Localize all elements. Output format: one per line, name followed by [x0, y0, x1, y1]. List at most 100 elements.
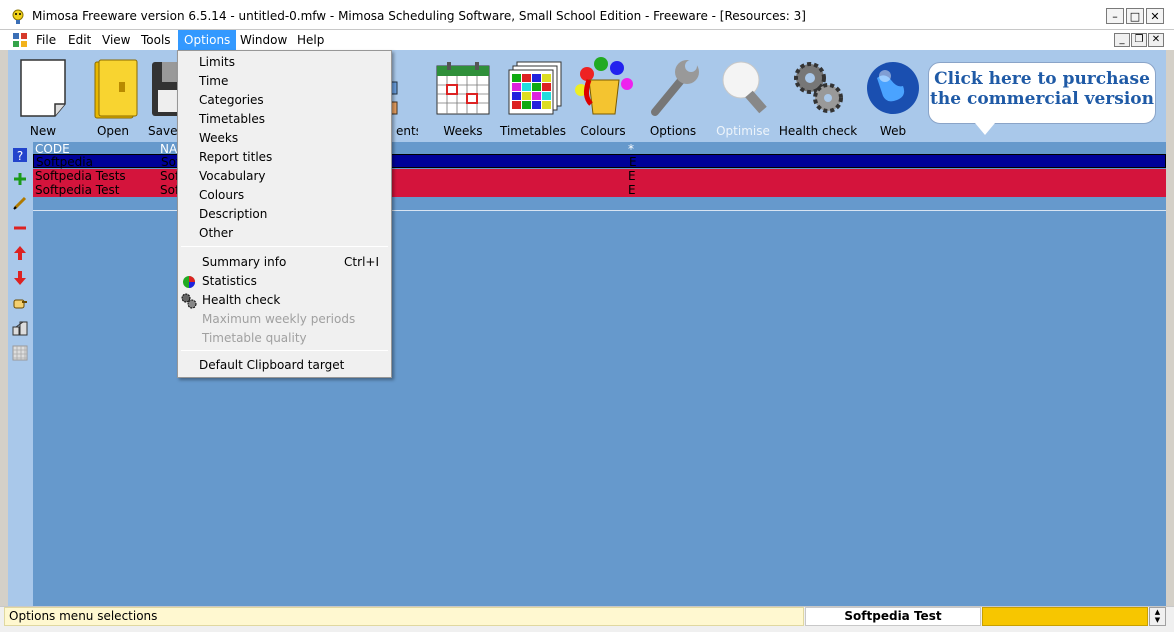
document-window-icon[interactable]	[12, 32, 28, 48]
status-message: Options menu selections	[4, 607, 804, 626]
menu-item-summary-info[interactable]: Summary info Ctrl+I	[178, 253, 391, 272]
document-window-controls: _ ❐ ✕	[1114, 33, 1164, 47]
cell-code: Softpedia Test	[35, 183, 120, 197]
document-close-button[interactable]: ✕	[1148, 33, 1164, 47]
status-spinner[interactable]: ▲ ▼	[1149, 607, 1166, 626]
status-indicator	[982, 607, 1148, 626]
menu-item-timetables[interactable]: Timetables	[178, 110, 391, 129]
svg-text:?: ?	[17, 149, 23, 163]
menu-item-label: Weeks	[199, 131, 239, 145]
save-label: Save	[148, 124, 178, 138]
menu-item-default-clipboard-target[interactable]: Default Clipboard target	[178, 356, 391, 375]
lightbulb-icon	[722, 61, 767, 114]
menu-item-label: Vocabulary	[199, 169, 266, 183]
menu-item-label: Default Clipboard target	[199, 358, 345, 372]
menu-item-label: Colours	[199, 188, 245, 202]
maximize-button[interactable]: □	[1126, 8, 1144, 24]
menu-item-label: Limits	[199, 55, 235, 69]
menu-item-limits[interactable]: Limits	[178, 53, 391, 72]
open-button[interactable]: Open	[78, 54, 148, 140]
pointing-hand-icon[interactable]	[12, 295, 28, 311]
paint-bucket-icon	[575, 57, 633, 115]
menu-item-colours[interactable]: Colours	[178, 186, 391, 205]
delete-record-icon[interactable]	[12, 220, 28, 236]
menu-item-vocabulary[interactable]: Vocabulary	[178, 167, 391, 186]
document-restore-button[interactable]: ❐	[1131, 33, 1147, 47]
menu-item-label: Timetable quality	[202, 331, 307, 345]
web-button[interactable]: Web	[858, 54, 928, 140]
add-record-icon[interactable]	[12, 171, 28, 187]
menu-item-timetable-quality: Timetable quality	[178, 329, 391, 348]
grid-icon	[12, 345, 28, 361]
menu-item-categories[interactable]: Categories	[178, 91, 391, 110]
new-document-icon	[20, 59, 66, 117]
menu-item-time[interactable]: Time	[178, 72, 391, 91]
menu-item-label: Summary info	[202, 255, 287, 269]
window-controls: – □ ✕	[1106, 8, 1164, 24]
menu-item-label: Statistics	[202, 274, 257, 288]
menu-item-label: Health check	[202, 293, 281, 307]
structure-icon[interactable]	[12, 320, 28, 336]
promo-callout-tail	[975, 123, 995, 135]
menu-item-label: Categories	[199, 93, 264, 107]
web-label: Web	[879, 124, 907, 138]
elements-label: ents	[396, 124, 418, 138]
menu-item-maximum-weekly-periods: Maximum weekly periods	[178, 310, 391, 329]
menu-window[interactable]: Window	[234, 30, 293, 50]
timetable-icon	[508, 61, 562, 115]
cell-flag: E	[628, 183, 636, 197]
statistics-icon	[183, 276, 195, 288]
menu-item-label: Report titles	[199, 150, 273, 164]
wrench-icon	[651, 60, 699, 116]
move-up-icon[interactable]	[12, 245, 28, 261]
spin-down-button[interactable]: ▼	[1150, 616, 1165, 624]
menu-item-weeks[interactable]: Weeks	[178, 129, 391, 148]
move-down-icon[interactable]	[12, 270, 28, 286]
menu-item-label: Time	[199, 74, 229, 88]
globe-icon	[867, 62, 919, 114]
health-check-button[interactable]: Health check	[779, 54, 857, 140]
menu-separator	[181, 246, 388, 247]
menu-item-health-check[interactable]: Health check	[178, 291, 391, 310]
menu-item-label: Other	[199, 226, 234, 240]
cell-flag: E	[629, 155, 637, 169]
health-check-icon	[181, 293, 197, 309]
close-button[interactable]: ✕	[1146, 8, 1164, 24]
title-bar: Mimosa Freeware version 6.5.14 - untitle…	[0, 0, 1174, 30]
cell-code: Softpedia	[36, 155, 93, 169]
mimosa-app-icon[interactable]	[10, 8, 26, 24]
menu-item-statistics[interactable]: Statistics	[178, 272, 391, 291]
menu-item-label: Timetables	[199, 112, 266, 126]
cell-code: Softpedia Tests	[35, 169, 126, 183]
window-title: Mimosa Freeware version 6.5.14 - untitle…	[32, 9, 806, 23]
menu-item-label: Maximum weekly periods	[202, 312, 356, 326]
menu-bar: File Edit View Tools Options Window Help…	[0, 30, 1174, 50]
gears-icon	[794, 62, 843, 113]
purchase-promo-text: Click here to purchase the commercial ve…	[930, 69, 1154, 109]
calendar-icon	[436, 62, 490, 115]
menu-help[interactable]: Help	[291, 30, 330, 50]
options-menu: Limits Time Categories Timetables Weeks …	[177, 50, 392, 378]
minimize-button[interactable]: –	[1106, 8, 1124, 24]
record-toolbar: ?	[8, 142, 33, 606]
menu-item-description[interactable]: Description	[178, 205, 391, 224]
status-bar: Options menu selections Softpedia Test ▲…	[0, 606, 1174, 632]
optimise-button[interactable]: Optimise	[708, 54, 778, 140]
spin-up-button[interactable]: ▲	[1150, 608, 1165, 616]
help-icon[interactable]: ?	[12, 147, 28, 163]
purchase-promo-button[interactable]: Click here to purchase the commercial ve…	[928, 62, 1156, 135]
open-label: Open	[96, 124, 130, 138]
current-resource: Softpedia Test	[805, 607, 981, 626]
menu-edit[interactable]: Edit	[62, 30, 97, 50]
menu-tools[interactable]: Tools	[135, 30, 177, 50]
menu-view[interactable]: View	[96, 30, 136, 50]
menu-file[interactable]: File	[30, 30, 62, 50]
document-minimize-button[interactable]: _	[1114, 33, 1130, 47]
menu-item-other[interactable]: Other	[178, 224, 391, 243]
menu-separator	[181, 350, 388, 351]
menu-item-report-titles[interactable]: Report titles	[178, 148, 391, 167]
menu-options[interactable]: Options	[178, 30, 237, 50]
menu-item-shortcut: Ctrl+I	[344, 255, 379, 269]
folder-icon	[94, 59, 138, 119]
edit-pencil-icon[interactable]	[12, 195, 28, 211]
